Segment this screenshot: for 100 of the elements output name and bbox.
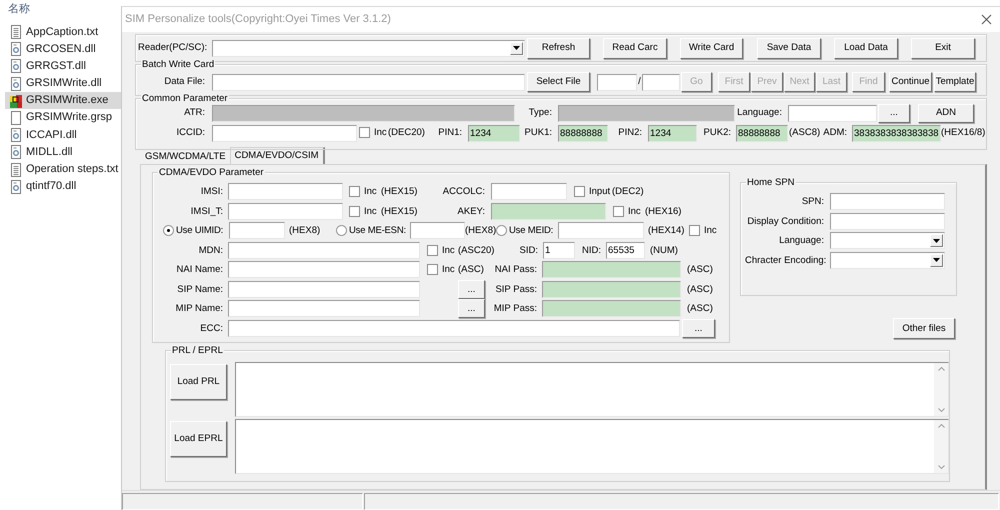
dropdown[interactable] [830, 232, 945, 250]
format-hint: (ASC) [687, 284, 714, 295]
dropdown[interactable] [212, 40, 525, 56]
file-name: Operation steps.txt [26, 163, 118, 176]
button[interactable]: Load Data [834, 38, 898, 58]
button[interactable]: ADN [918, 104, 974, 122]
other-files-button[interactable]: Other files [893, 318, 955, 339]
text-field[interactable] [788, 104, 877, 122]
file-list-item[interactable]: Operation steps.txt [5, 161, 121, 178]
format-hint: (HEX8) [289, 225, 322, 236]
button[interactable]: Read Carc [603, 38, 667, 58]
field-label: Language: [736, 107, 783, 119]
file-list-item[interactable]: GRSIMWrite.exe [5, 92, 121, 110]
text-field[interactable] [410, 222, 465, 240]
format-hint: (HEX16/8) [941, 127, 986, 139]
file-list-item[interactable]: GRSIMWrite.grsp [5, 109, 121, 127]
text-field[interactable] [642, 74, 680, 90]
column-header[interactable]: 名称 [8, 3, 30, 16]
scroll-down-icon[interactable] [938, 465, 944, 469]
button[interactable]: Save Data [757, 38, 821, 58]
checkbox[interactable] [574, 186, 585, 198]
button[interactable]: ... [458, 280, 485, 299]
text-field[interactable] [228, 261, 420, 278]
text-field[interactable] [491, 202, 606, 220]
checkbox[interactable] [349, 186, 360, 198]
text-field[interactable] [830, 193, 945, 210]
tab[interactable]: CDMA/EVDO/CSIM [230, 147, 325, 164]
button[interactable]: Select File [527, 72, 590, 92]
checkbox[interactable] [349, 206, 360, 217]
button[interactable]: Exit [911, 38, 975, 58]
checkbox[interactable] [427, 244, 438, 256]
field-label: PIN1: [437, 127, 463, 139]
button[interactable]: ... [458, 299, 485, 318]
file-list-item[interactable]: GRSIMWrite.dll [5, 75, 121, 92]
checkbox[interactable] [689, 225, 700, 236]
button[interactable]: Template [934, 72, 976, 92]
file-list-item[interactable]: GRCOSEN.dll [5, 40, 121, 58]
text-field[interactable] [212, 74, 525, 90]
text-field[interactable]: 1 [543, 242, 575, 259]
text-field[interactable] [228, 202, 343, 220]
button[interactable]: Load PRL [170, 364, 227, 400]
radio-button[interactable] [496, 225, 507, 236]
text-field[interactable] [228, 242, 420, 259]
scroll-down-icon[interactable] [938, 408, 944, 412]
text-field[interactable] [228, 183, 343, 200]
text-field[interactable] [542, 261, 681, 278]
text-field[interactable]: 3838383838383838 [852, 124, 941, 142]
field-label: IMSI_T: [190, 206, 224, 217]
radio-button[interactable] [336, 225, 347, 236]
field-label: NAI Pass: [494, 264, 538, 276]
file-list-item[interactable]: GRRGST.dll [5, 58, 121, 76]
text-area[interactable] [234, 419, 949, 474]
text-field[interactable] [597, 74, 637, 90]
text-field[interactable]: 88888888 [558, 124, 608, 142]
button[interactable]: ... [682, 318, 715, 338]
field-label: ADM: [822, 127, 848, 139]
button[interactable]: Load EPRL [170, 421, 227, 457]
button[interactable]: Continue [889, 72, 932, 92]
file-list-item[interactable]: qtintf70.dll [5, 178, 121, 196]
button[interactable]: Write Card [680, 38, 743, 58]
scroll-up-icon[interactable] [938, 424, 944, 428]
text-field[interactable] [491, 183, 567, 200]
readonly-field[interactable] [212, 104, 515, 122]
text-field[interactable]: 1234 [648, 124, 697, 142]
file-name: MIDLL.dll [26, 146, 72, 159]
text-field[interactable] [542, 300, 681, 318]
readonly-field[interactable] [558, 104, 735, 122]
text-field[interactable]: 65535 [606, 242, 645, 259]
text-field[interactable] [830, 212, 945, 230]
text-field[interactable] [228, 320, 680, 337]
text-field[interactable] [228, 300, 420, 318]
field-label: ICCID: [176, 127, 206, 139]
text-field[interactable] [228, 280, 420, 298]
text-area[interactable] [234, 362, 949, 417]
file-list-item[interactable]: ICCAPI.dll [5, 126, 121, 144]
text-field[interactable]: 1234 [468, 124, 520, 142]
text-field[interactable] [542, 280, 681, 298]
field-label: MIP Pass: [492, 303, 538, 314]
close-icon[interactable] [981, 14, 992, 25]
text-field[interactable] [558, 222, 644, 240]
checkbox[interactable] [613, 206, 624, 217]
text-field[interactable] [212, 124, 357, 142]
format-hint: (ASC) [458, 264, 485, 276]
scroll-up-icon[interactable] [938, 367, 944, 371]
format-hint: (ASC20) [458, 244, 496, 256]
button[interactable]: ... [878, 104, 910, 122]
file-list-item[interactable]: AppCaption.txt [5, 24, 121, 41]
dropdown[interactable] [830, 252, 945, 269]
field-label: SID: [518, 244, 539, 256]
checkbox-label: Inc [374, 127, 387, 139]
button[interactable]: Refresh [527, 38, 590, 58]
radio-button[interactable] [163, 225, 174, 236]
text-field[interactable] [229, 222, 285, 240]
field-label: IMSI: [200, 186, 224, 198]
field-label: Reader(PC/SC): [138, 42, 208, 54]
text-field[interactable]: 88888888 [736, 124, 788, 142]
checkbox[interactable] [427, 264, 438, 276]
tab[interactable]: GSM/WCDMA/LTE [141, 149, 230, 164]
checkbox[interactable] [359, 127, 370, 138]
file-list-item[interactable]: MIDLL.dll [5, 144, 121, 161]
